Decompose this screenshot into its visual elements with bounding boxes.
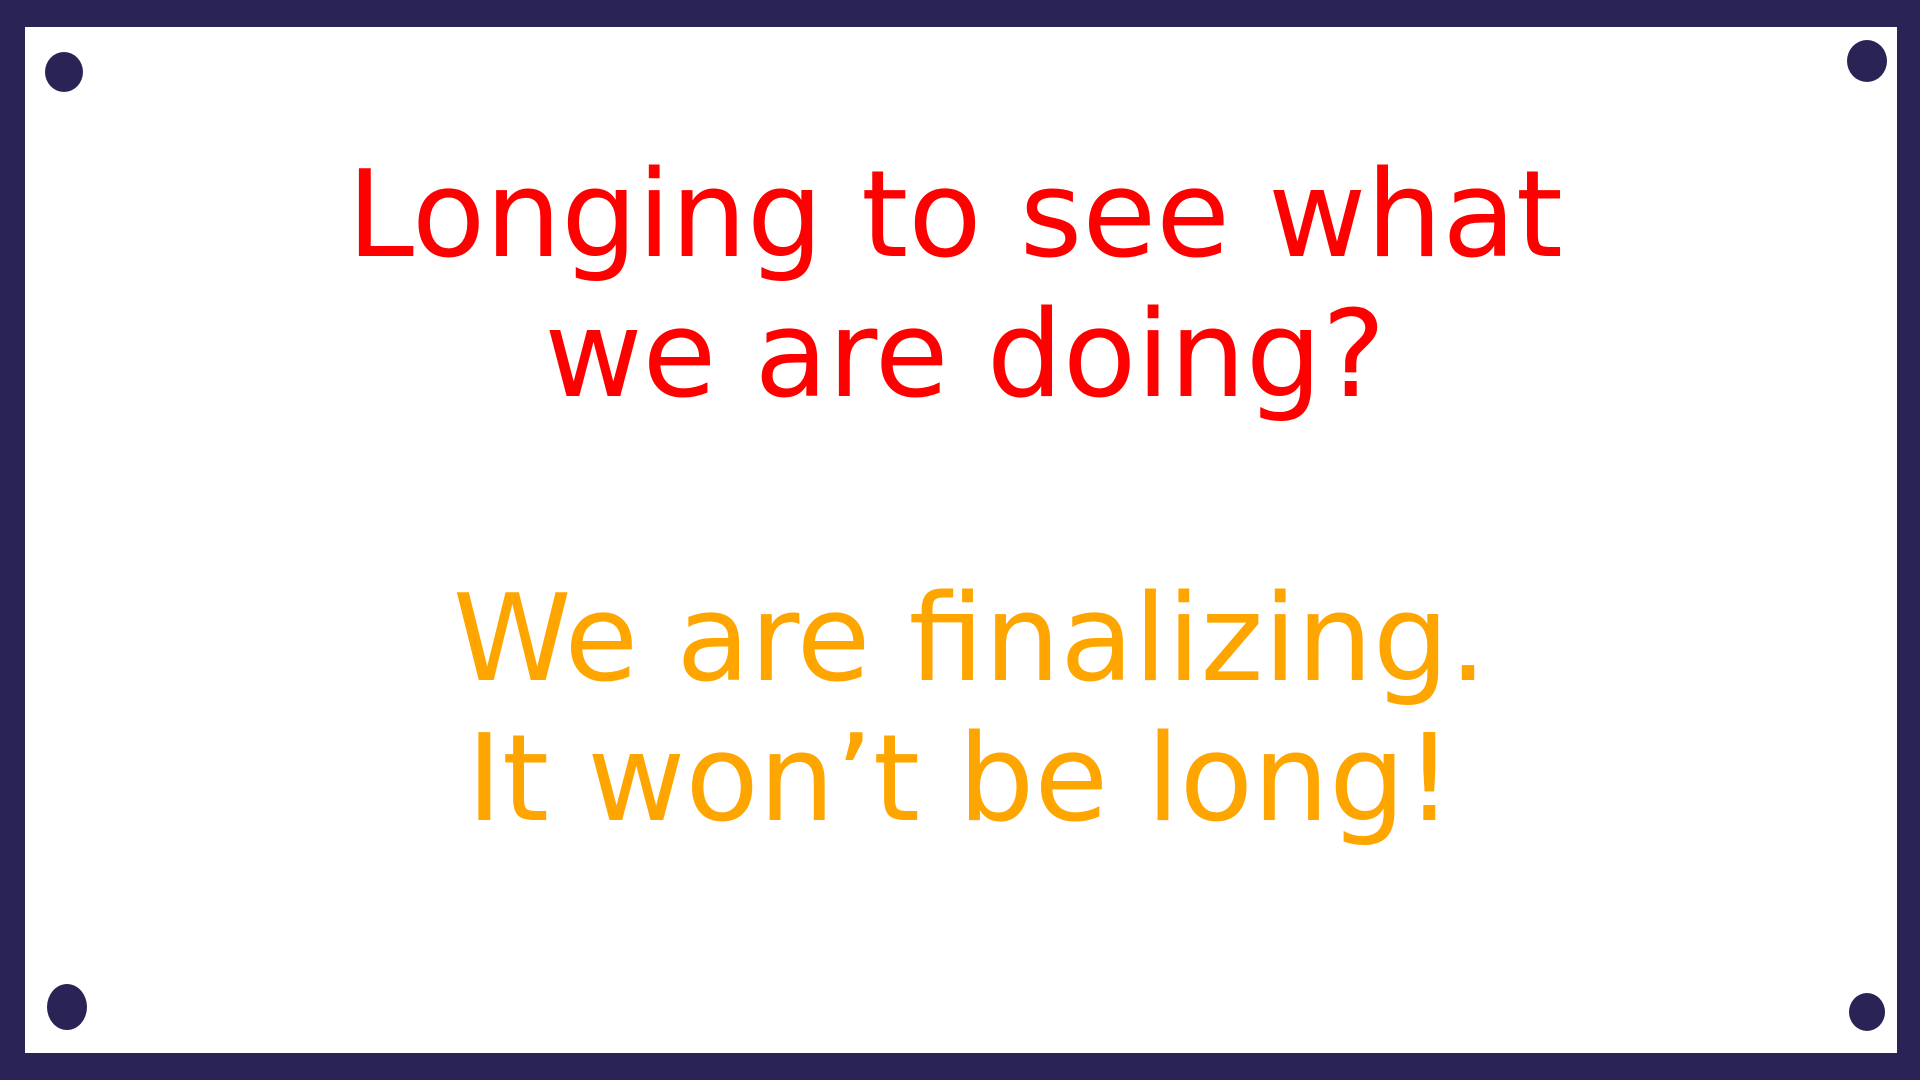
message-line-2: It won’t be long! [466,710,1454,849]
corner-dot-bottom-right [1849,993,1885,1031]
status-message: We are finalizing. It won’t be long! [0,570,1920,850]
corner-dot-top-right [1847,40,1887,82]
corner-dot-bottom-left [47,984,87,1030]
heading-line-1: Longing to see what [347,146,1563,285]
corner-dot-top-left [45,52,83,92]
message-line-1: We are finalizing. [452,570,1488,709]
heading-line-2: we are doing? [544,286,1386,425]
heading-question: Longing to see what we are doing? [0,146,1920,426]
